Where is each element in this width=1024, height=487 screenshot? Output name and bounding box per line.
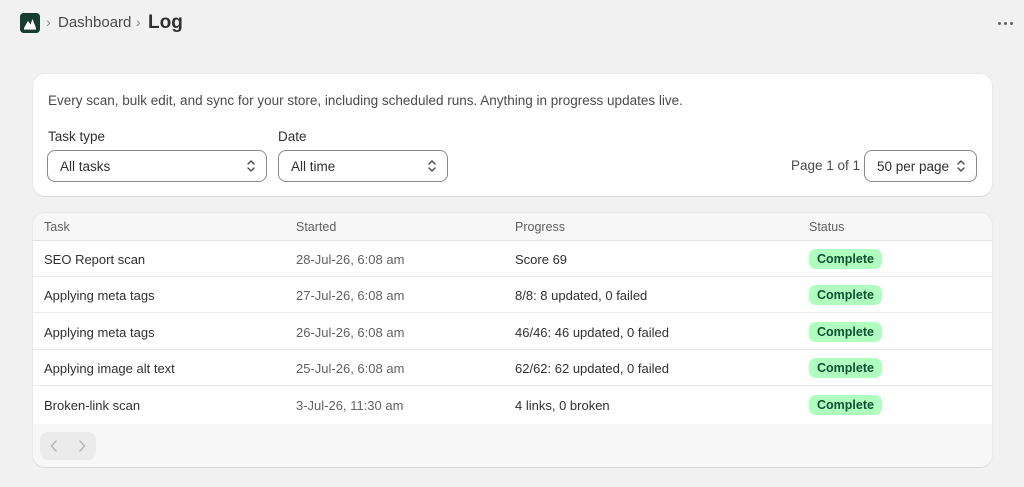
date-value: All time (291, 158, 336, 174)
previous-page-button[interactable] (40, 432, 68, 460)
ellipsis-icon[interactable] (994, 14, 1016, 32)
table-row[interactable]: Applying meta tags 26-Jul-26, 6:08 am 46… (33, 314, 992, 350)
breadcrumb-dashboard-link[interactable]: Dashboard (58, 14, 131, 31)
mountain-logo-icon[interactable] (20, 13, 40, 33)
progress-cell: 8/8: 8 updated, 0 failed (515, 288, 648, 303)
started-cell: 3-Jul-26, 11:30 am (296, 398, 404, 413)
per-page-select[interactable]: 50 per page (864, 150, 977, 182)
dot (997, 21, 1001, 25)
started-cell: 26-Jul-26, 6:08 am (296, 325, 405, 340)
page-title: Log (148, 12, 183, 33)
top-bar: › Dashboard › Log (0, 0, 1024, 48)
dot (1009, 21, 1013, 25)
started-cell: 28-Jul-26, 6:08 am (296, 252, 405, 267)
task-cell: Applying meta tags (44, 325, 155, 340)
next-page-button[interactable] (68, 432, 96, 460)
column-header-started: Started (296, 220, 337, 234)
task-cell: Applying image alt text (44, 361, 175, 376)
pagination-footer (33, 424, 992, 467)
task-type-value: All tasks (60, 158, 111, 174)
task-type-label: Task type (48, 129, 106, 144)
dot (1003, 21, 1007, 25)
task-cell: Broken-link scan (44, 398, 141, 413)
page-indicator: Page 1 of 1 (791, 158, 861, 173)
table-row[interactable]: Broken-link scan 3-Jul-26, 11:30 am 4 li… (33, 387, 992, 423)
status-badge: Complete (809, 322, 882, 342)
breadcrumb-separator: › (136, 14, 141, 30)
table-row[interactable]: Applying image alt text 25-Jul-26, 6:08 … (33, 350, 992, 386)
progress-cell: 4 links, 0 broken (515, 398, 610, 413)
breadcrumb-separator: › (46, 14, 51, 30)
status-badge: Complete (809, 249, 882, 269)
chevron-left-icon (50, 440, 57, 452)
task-type-select[interactable]: All tasks (47, 150, 267, 182)
select-chevrons-icon (247, 160, 255, 172)
task-cell: SEO Report scan (44, 252, 146, 267)
date-label: Date (278, 129, 307, 144)
chevron-right-icon (79, 440, 86, 452)
table-row[interactable]: Applying meta tags 27-Jul-26, 6:08 am 8/… (33, 277, 992, 313)
log-table: Task Started Progress Status SEO Report … (33, 213, 992, 467)
started-cell: 27-Jul-26, 6:08 am (296, 288, 405, 303)
page-description: Every scan, bulk edit, and sync for your… (48, 93, 683, 108)
column-header-status: Status (809, 220, 845, 234)
progress-cell: 46/46: 46 updated, 0 failed (515, 325, 669, 340)
select-chevrons-icon (428, 160, 436, 172)
column-header-task: Task (44, 220, 70, 234)
per-page-value: 50 per page (877, 158, 950, 174)
status-badge: Complete (809, 358, 882, 378)
started-cell: 25-Jul-26, 6:08 am (296, 361, 405, 376)
date-select[interactable]: All time (278, 150, 448, 182)
task-cell: Applying meta tags (44, 288, 155, 303)
table-header: Task Started Progress Status (33, 213, 992, 241)
column-header-progress: Progress (515, 220, 566, 234)
progress-cell: Score 69 (515, 252, 568, 267)
status-badge: Complete (809, 285, 882, 305)
progress-cell: 62/62: 62 updated, 0 failed (515, 361, 669, 376)
select-chevrons-icon (957, 160, 965, 172)
status-badge: Complete (809, 395, 882, 415)
filter-card: Every scan, bulk edit, and sync for your… (33, 74, 992, 196)
table-row[interactable]: SEO Report scan 28-Jul-26, 6:08 am Score… (33, 241, 992, 277)
